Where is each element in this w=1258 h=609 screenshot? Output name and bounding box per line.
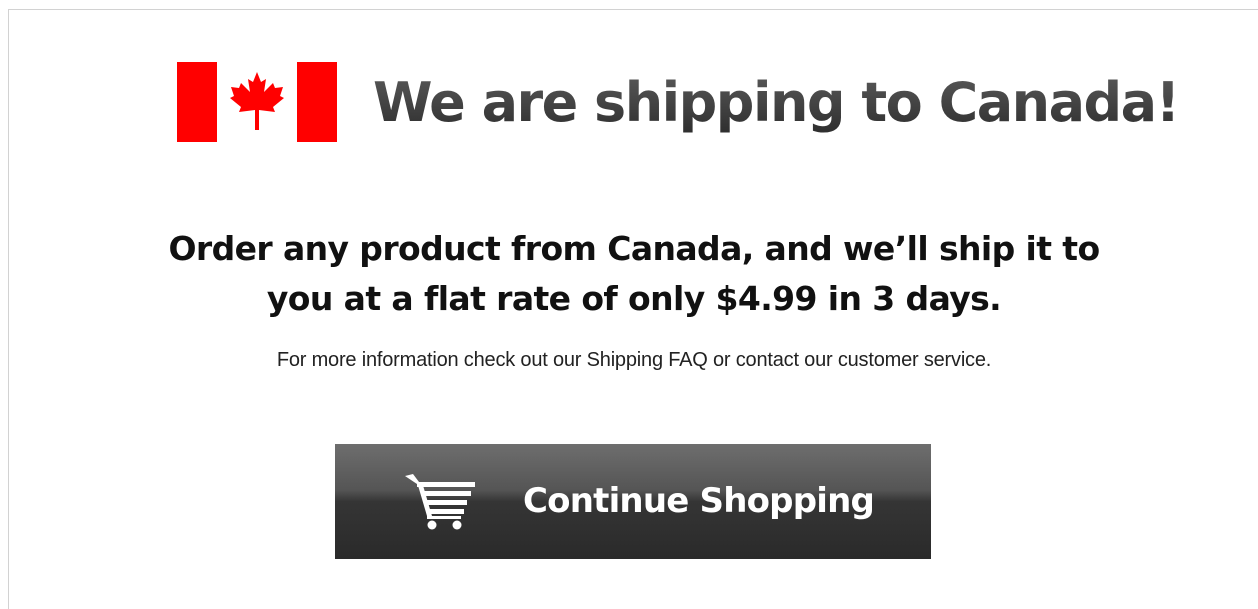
continue-shopping-label: Continue Shopping <box>523 481 875 521</box>
shipping-info-text: For more information check out our Shipp… <box>276 349 992 371</box>
page-title: We are shipping to Canada! <box>373 70 1180 134</box>
shopping-cart-icon <box>405 474 475 530</box>
heading-row: We are shipping to Canada! <box>177 62 1180 142</box>
canada-flag-icon <box>177 62 337 142</box>
continue-shopping-button[interactable]: Continue Shopping <box>335 444 931 559</box>
shipping-offer-text: Order any product from Canada, and we’ll… <box>9 224 1258 324</box>
shipping-notice-panel: We are shipping to Canada! Order any pro… <box>8 9 1258 609</box>
shipping-offer-line-1: Order any product from Canada, and we’ll… <box>168 229 1100 268</box>
shipping-offer-line-2: you at a flat rate of only $4.99 in 3 da… <box>266 279 1002 318</box>
